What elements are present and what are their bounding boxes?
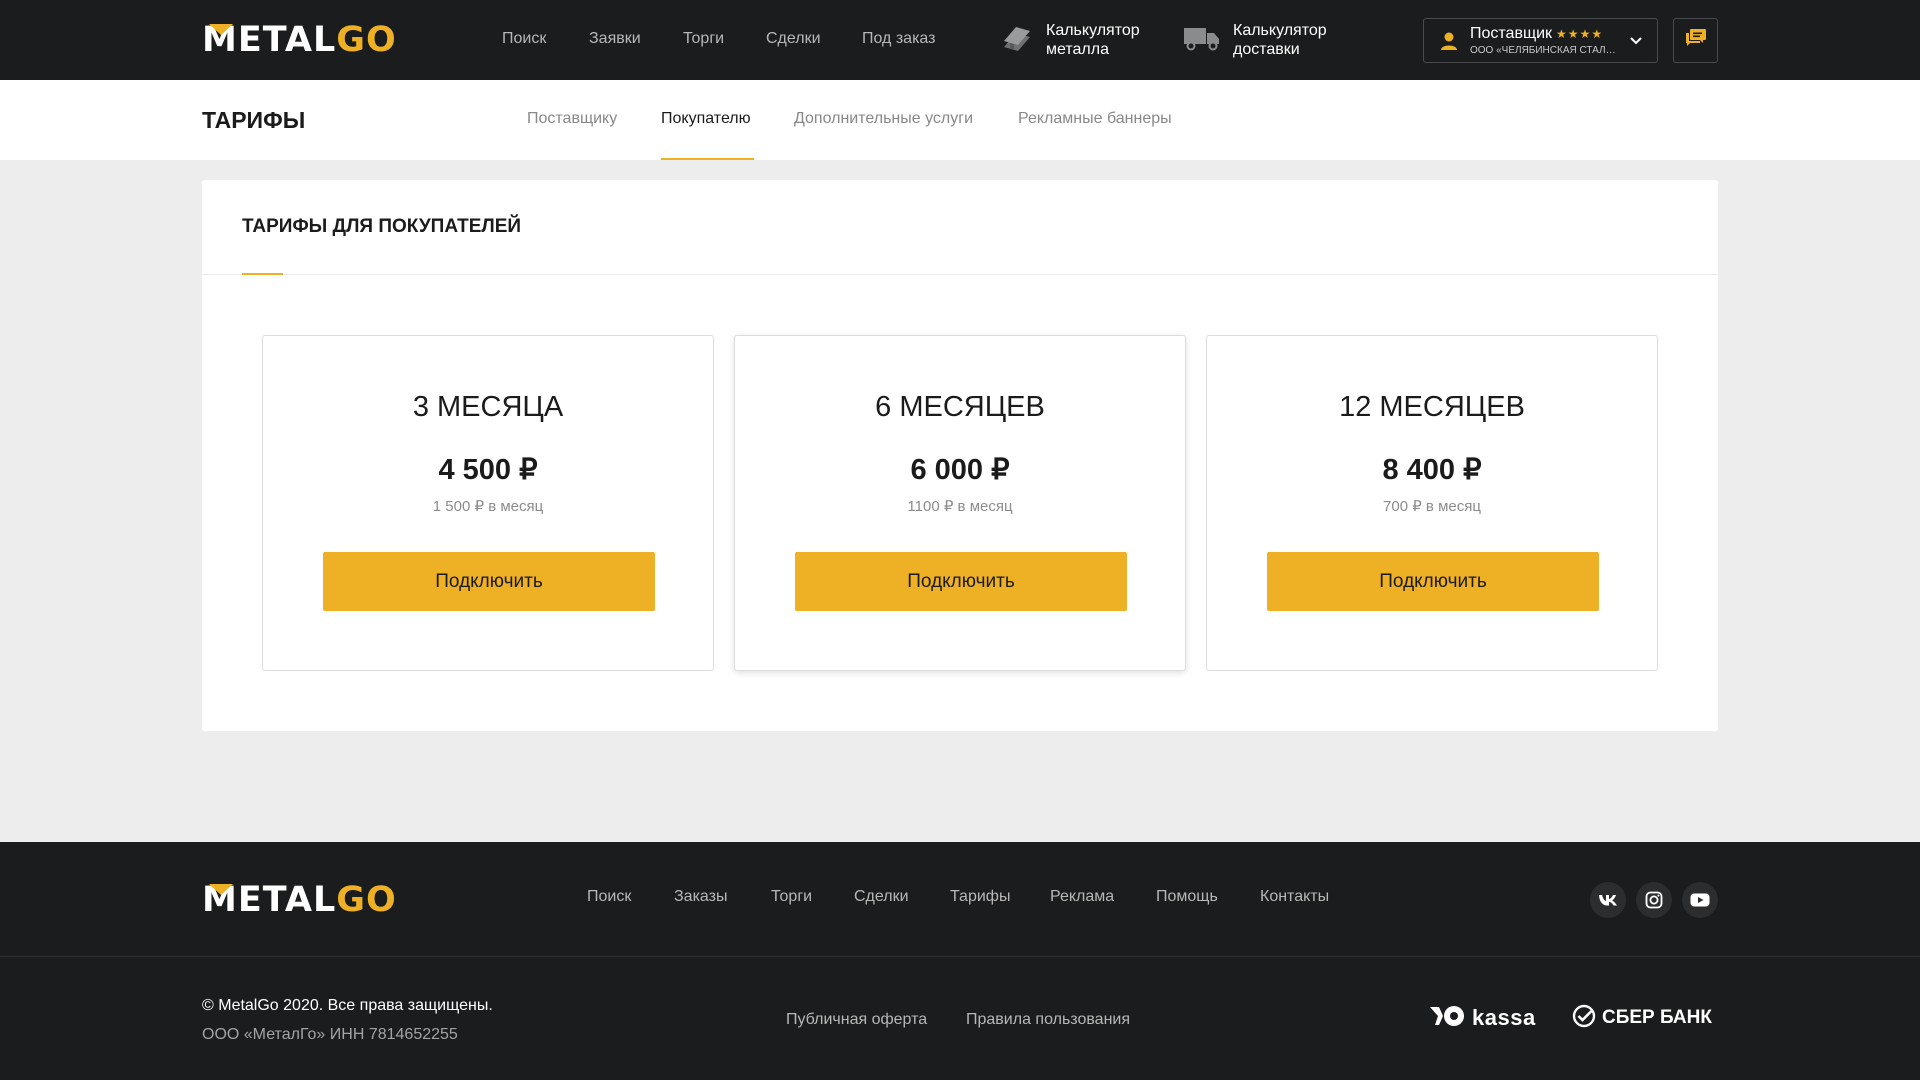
tariff-price: 6 000 ₽: [910, 454, 1010, 486]
yookassa-logo: kassa: [1430, 1004, 1536, 1032]
logo-triangle-icon: [209, 884, 233, 895]
copyright-text: © MetalGo 2020. Все права защищены.: [202, 997, 493, 1014]
panel-title-accent: [242, 273, 283, 275]
nav-deals[interactable]: Сделки: [766, 30, 821, 48]
subscribe-button[interactable]: Подключить: [795, 552, 1127, 611]
tab-supplier[interactable]: Поставщику: [527, 110, 617, 128]
subscribe-button[interactable]: Подключить: [1267, 552, 1599, 611]
tariff-card-6-months: 6 МЕСЯЦЕВ 6 000 ₽ 1100 ₽ в месяц Подключ…: [734, 335, 1186, 671]
footer-link-orders[interactable]: Заказы: [674, 888, 727, 906]
delivery-calculator-link[interactable]: Калькулятор доставки: [1183, 20, 1327, 60]
user-company: ООО «ЧЕЛЯБИНСКАЯ СТАЛЬН...: [1470, 45, 1620, 56]
page-subheader: ТАРИФЫ Поставщику Покупателю Дополнитель…: [0, 80, 1920, 160]
metal-calculator-link[interactable]: Калькулятор металла: [1000, 20, 1140, 60]
instagram-icon[interactable]: [1636, 882, 1672, 918]
active-tab-indicator: [661, 158, 754, 160]
tariff-period: 12 МЕСЯЦЕВ: [1339, 391, 1525, 423]
user-role: Поставщик ★★★★: [1470, 25, 1604, 42]
logo-triangle-icon: [209, 24, 233, 35]
yookassa-icon: [1430, 1004, 1466, 1033]
tab-ad-banners[interactable]: Рекламные баннеры: [1018, 110, 1172, 128]
panel-divider: [202, 274, 1718, 275]
footer-link-help[interactable]: Помощь: [1156, 888, 1218, 906]
footer-link-search[interactable]: Поиск: [587, 888, 631, 906]
company-info: ООО «МеталГо» ИНН 7814652255: [202, 1026, 458, 1043]
chevron-down-icon: [1629, 33, 1643, 52]
nav-requests[interactable]: Заявки: [589, 30, 641, 48]
footer: METALGO Поиск Заказы Торги Сделки Тарифы…: [0, 842, 1920, 1080]
public-offer-link[interactable]: Публичная оферта: [786, 1011, 927, 1029]
truck-icon: [1183, 24, 1221, 57]
nav-to-order[interactable]: Под заказ: [862, 30, 935, 48]
tariff-card-12-months: 12 МЕСЯЦЕВ 8 400 ₽ 700 ₽ в месяц Подключ…: [1206, 335, 1658, 671]
tab-buyer[interactable]: Покупателю: [661, 110, 751, 128]
footer-link-deals[interactable]: Сделки: [854, 888, 909, 906]
user-icon: [1440, 31, 1458, 56]
metal-beam-icon: [1000, 21, 1034, 60]
sberbank-check-icon: [1572, 1004, 1596, 1033]
sberbank-logo: СБЕР БАНК: [1572, 1004, 1712, 1032]
chat-icon: [1685, 28, 1707, 53]
tariff-price: 4 500 ₽: [438, 454, 538, 486]
tariff-monthly-price: 1 500 ₽ в месяц: [432, 498, 544, 515]
nav-auctions[interactable]: Торги: [683, 30, 724, 48]
terms-of-use-link[interactable]: Правила пользования: [966, 1011, 1130, 1029]
footer-link-contacts[interactable]: Контакты: [1260, 888, 1329, 906]
tariff-period: 6 МЕСЯЦЕВ: [875, 391, 1045, 423]
tariff-period: 3 МЕСЯЦА: [412, 391, 564, 423]
messages-button[interactable]: [1673, 18, 1718, 63]
page-title: ТАРИФЫ: [202, 107, 306, 133]
tariff-card-3-months: 3 МЕСЯЦА 4 500 ₽ 1 500 ₽ в месяц Подключ…: [262, 335, 714, 671]
tariff-monthly-price: 700 ₽ в месяц: [1383, 498, 1481, 515]
vk-icon[interactable]: [1590, 882, 1626, 918]
tab-additional-services[interactable]: Дополнительные услуги: [794, 110, 973, 128]
top-navbar: METALGO Поиск Заявки Торги Сделки Под за…: [0, 0, 1920, 80]
footer-metalgo-logo[interactable]: METALGO: [202, 883, 397, 918]
footer-link-auctions[interactable]: Торги: [771, 888, 812, 906]
tariff-monthly-price: 1100 ₽ в месяц: [907, 498, 1013, 515]
footer-link-tariffs[interactable]: Тарифы: [950, 888, 1010, 906]
user-account-dropdown[interactable]: Поставщик ★★★★ ООО «ЧЕЛЯБИНСКАЯ СТАЛЬН...: [1423, 18, 1658, 63]
footer-top-row: METALGO Поиск Заказы Торги Сделки Тарифы…: [0, 842, 1920, 957]
youtube-icon[interactable]: [1682, 882, 1718, 918]
tariffs-panel: ТАРИФЫ ДЛЯ ПОКУПАТЕЛЕЙ 3 МЕСЯЦА 4 500 ₽ …: [202, 180, 1718, 731]
rating-stars: ★★★★: [1556, 27, 1604, 41]
panel-title: ТАРИФЫ ДЛЯ ПОКУПАТЕЛЕЙ: [242, 216, 522, 237]
metalgo-logo[interactable]: METALGO: [202, 23, 397, 58]
tariff-price: 8 400 ₽: [1382, 454, 1482, 486]
subscribe-button[interactable]: Подключить: [323, 552, 655, 611]
footer-link-advertising[interactable]: Реклама: [1050, 888, 1114, 906]
nav-search[interactable]: Поиск: [502, 30, 546, 48]
